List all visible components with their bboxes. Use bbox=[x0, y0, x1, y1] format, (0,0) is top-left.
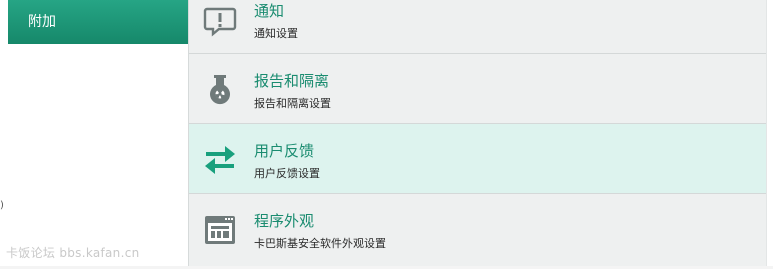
row-title: 用户反馈 bbox=[254, 142, 315, 160]
row-title: 程序外观 bbox=[254, 212, 315, 230]
settings-list: 通知 通知设置 报告和隔离 报告和隔离设置 用户反馈 用户反馈设置 程序外观 卡… bbox=[189, 0, 766, 266]
row-title: 通知 bbox=[254, 2, 285, 20]
settings-row-notifications[interactable]: 通知 通知设置 bbox=[189, 0, 766, 54]
notification-icon bbox=[203, 3, 237, 37]
window-appearance-icon bbox=[203, 213, 237, 247]
arrows-exchange-icon bbox=[203, 143, 237, 177]
sidebar-item-additional[interactable]: 附加 bbox=[8, 0, 188, 44]
row-subtitle: 通知设置 bbox=[254, 27, 298, 40]
window-right-edge bbox=[766, 0, 773, 269]
settings-row-appearance[interactable]: 程序外观 卡巴斯基安全软件外观设置 bbox=[189, 194, 766, 266]
settings-window: 附加 通知 通知设置 报告和隔离 报告和隔离设置 用户反馈 用户反馈设置 程序外… bbox=[8, 0, 766, 266]
settings-row-reports-quarantine[interactable]: 报告和隔离 报告和隔离设置 bbox=[189, 54, 766, 124]
sidebar: 附加 bbox=[8, 0, 189, 266]
flask-icon bbox=[203, 73, 237, 107]
settings-row-user-feedback[interactable]: 用户反馈 用户反馈设置 bbox=[189, 124, 766, 194]
edge-glyph: ) bbox=[0, 200, 4, 211]
row-subtitle: 用户反馈设置 bbox=[254, 167, 320, 180]
row-subtitle: 报告和隔离设置 bbox=[254, 97, 331, 110]
sidebar-item-label: 附加 bbox=[28, 14, 56, 30]
row-title: 报告和隔离 bbox=[254, 72, 330, 90]
watermark: 卡饭论坛 bbs.kafan.cn bbox=[6, 246, 140, 260]
row-subtitle: 卡巴斯基安全软件外观设置 bbox=[254, 237, 386, 250]
